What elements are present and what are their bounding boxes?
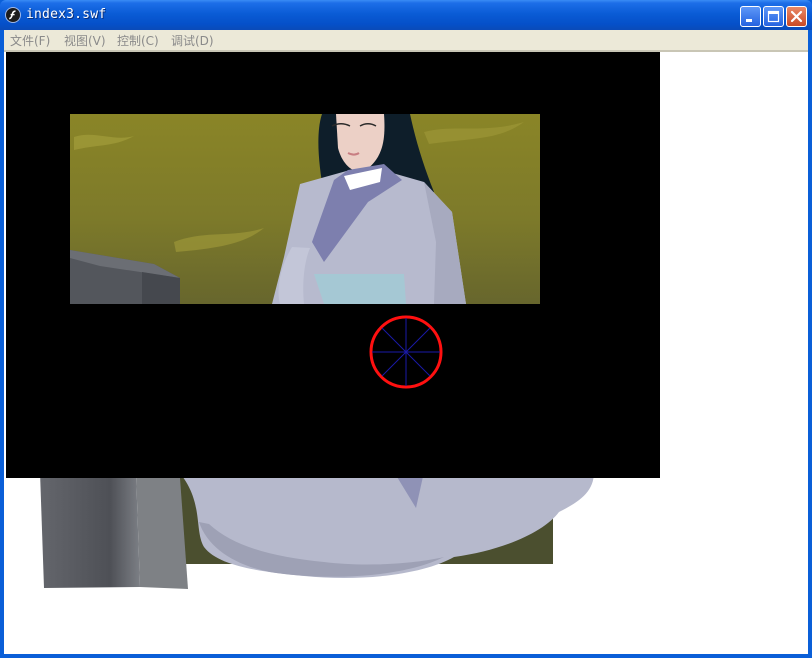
menu-control[interactable]: 控制(C) xyxy=(117,32,159,49)
close-button[interactable] xyxy=(786,6,807,27)
title-bar[interactable]: index3.swf xyxy=(0,0,812,30)
flash-stage-area[interactable] xyxy=(4,52,808,654)
minimize-icon xyxy=(746,19,752,22)
maximize-button[interactable] xyxy=(763,6,784,27)
menu-bar: 文件(F) 视图(V) 控制(C) 调试(D) xyxy=(4,30,808,50)
scene-image xyxy=(70,114,540,304)
stone-front xyxy=(40,472,140,588)
stone-side xyxy=(136,472,188,589)
menu-view[interactable]: 视图(V) xyxy=(64,32,106,49)
robe-sash xyxy=(314,274,406,304)
maximize-icon xyxy=(767,10,780,23)
menu-debug[interactable]: 调试(D) xyxy=(171,32,214,49)
red-circle-crosshair-icon xyxy=(369,315,443,389)
menu-file[interactable]: 文件(F) xyxy=(10,32,50,49)
minimize-button[interactable] xyxy=(740,6,761,27)
close-icon xyxy=(790,10,803,23)
stage-canvas xyxy=(6,52,660,589)
flash-player-icon xyxy=(5,7,21,23)
app-window: index3.swf 文件(F) 视图(V) 控制(C) 调试(D) xyxy=(0,0,812,658)
window-title: index3.swf xyxy=(26,7,107,22)
